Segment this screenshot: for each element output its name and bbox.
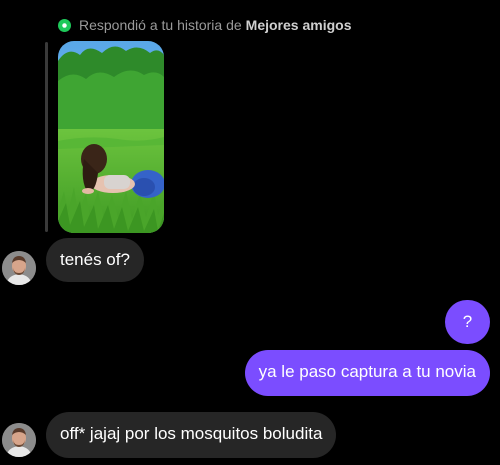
reply-quote-bar bbox=[45, 42, 48, 232]
reply-header-text: Respondió a tu historia de bbox=[79, 17, 242, 33]
message-bubble-outgoing[interactable]: ya le paso captura a tu novia bbox=[244, 350, 490, 396]
message-bubble-incoming[interactable]: tenés of? bbox=[46, 238, 144, 282]
story-reply-header: Respondió a tu historia de Mejores amigo… bbox=[58, 17, 352, 33]
contact-avatar[interactable] bbox=[2, 251, 36, 285]
reply-header-audience: Mejores amigos bbox=[245, 17, 352, 33]
close-friends-icon bbox=[58, 18, 71, 32]
contact-avatar[interactable] bbox=[2, 423, 36, 457]
message-bubble-outgoing[interactable]: ? bbox=[445, 300, 490, 344]
message-bubble-incoming[interactable]: off* jajaj por los mosquitos boludita bbox=[46, 412, 337, 458]
story-thumbnail[interactable] bbox=[58, 41, 164, 233]
